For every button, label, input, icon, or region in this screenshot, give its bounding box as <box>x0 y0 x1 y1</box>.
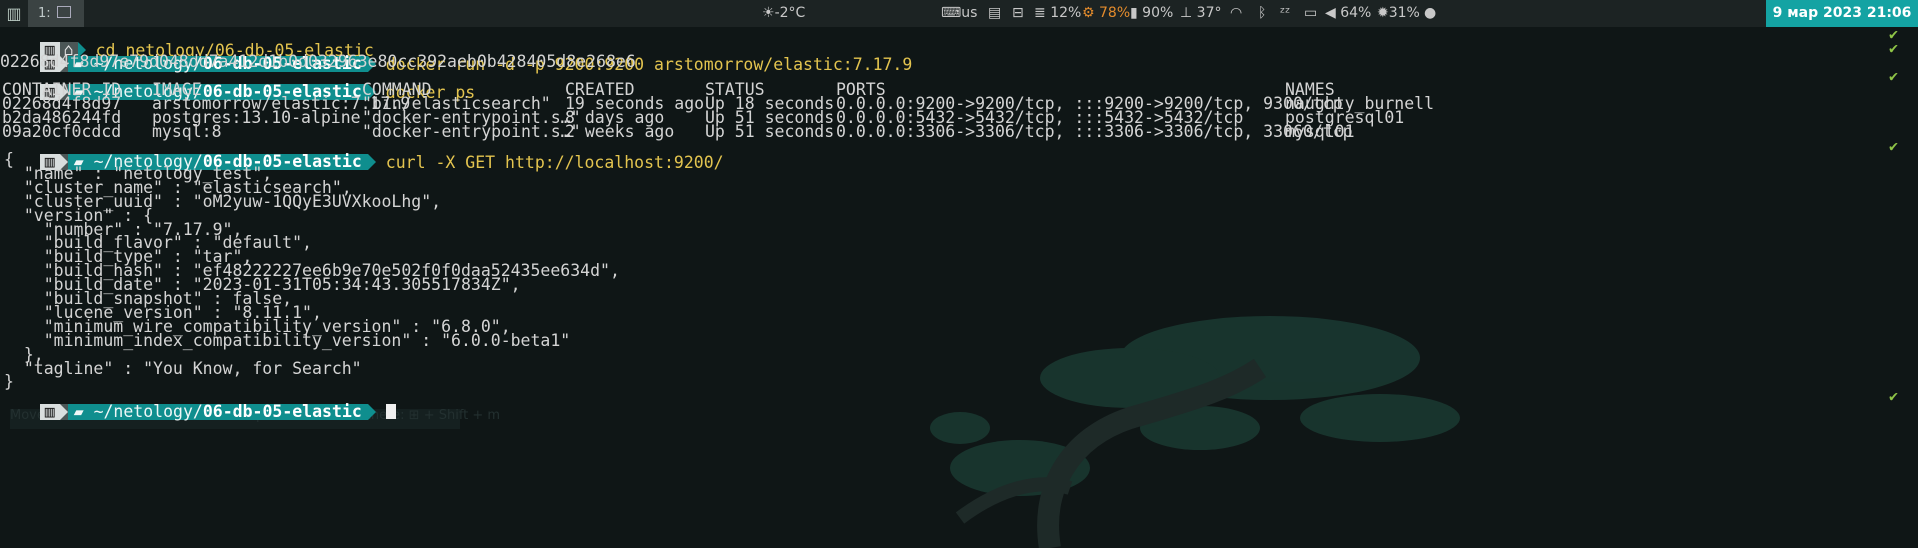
cpu-value: 78% <box>1099 5 1131 21</box>
table-row-cell: "docker-entrypoint.s…" <box>362 122 581 141</box>
json-line: "tagline" : "You Know, for Search" <box>4 358 362 378</box>
table-row-cell: 2 weeks ago <box>565 122 675 141</box>
prompt-arrow-icon <box>367 404 376 420</box>
memory-value: 12% <box>1050 5 1082 21</box>
brightness-icon: ✹ <box>1377 5 1389 21</box>
success-check-icon: ✔ <box>1888 39 1898 57</box>
manjaro-logo-icon[interactable]: ▥ <box>0 0 28 27</box>
folder-icon: ▰ <box>73 402 94 421</box>
prompt-arrow-icon <box>367 154 376 170</box>
memory-icon: ≣ <box>1034 5 1046 21</box>
cpu-widget[interactable]: ⚙ 78% <box>1082 0 1130 27</box>
json-line: "minimum_index_compatibility_version" : … <box>4 330 571 350</box>
command-args: -X GET http://localhost:9200/ <box>435 153 724 172</box>
battery-icon: ▮ <box>1130 5 1138 21</box>
terminal-icon <box>56 6 71 18</box>
volume-widget[interactable]: ◀ 64% <box>1325 0 1371 27</box>
table-row-cell: Up 51 seconds <box>705 122 835 141</box>
weather-widget[interactable]: ☀-2°C <box>762 0 805 27</box>
keyboard-icon: ⌨ <box>941 5 962 21</box>
status-bar: ▥ 1: ☀-2°C ⌨us ▤ ⊟ ≣ 12% ⚙ 78% ▮ 90% ⊥ 3… <box>0 0 1918 27</box>
cpu-icon: ⚙ <box>1082 5 1095 21</box>
wallpaper-tree-art <box>930 316 1460 548</box>
volume-value: 64% <box>1340 5 1372 21</box>
table-row-cell: 0.0.0.0:3306->3306/tcp, :::3306->3306/tc… <box>836 122 1353 141</box>
battery-value: 90% <box>1142 5 1174 21</box>
prompt-path: ▰ ~/netology/06-db-05-elastic <box>67 402 368 421</box>
json-line: } <box>4 372 14 392</box>
temperature-value: 37° <box>1196 5 1222 21</box>
prompt-arrow-icon <box>59 404 68 420</box>
wifi-icon[interactable]: ◠ <box>1230 0 1242 27</box>
table-row: 09a20cf0cdcd mysql:8 "docker-entrypoint.s…… <box>0 123 1918 140</box>
battery-widget[interactable]: ▮ 90% <box>1130 0 1173 27</box>
power-icon[interactable]: ● <box>1424 0 1436 27</box>
sun-icon: ☀ <box>762 5 775 21</box>
temperature-widget[interactable]: ⊥ 37° <box>1180 0 1221 27</box>
memory-widget[interactable]: ≣ 12% <box>1034 0 1081 27</box>
brightness-value: 31% <box>1388 5 1420 21</box>
command-name: curl <box>385 153 426 172</box>
keyboard-layout-value: us <box>961 5 978 21</box>
clock[interactable]: 9 мар 2023 21:06 <box>1766 0 1918 27</box>
table-row-cell: mysql01 <box>1285 122 1355 141</box>
path-current-dir: 06-db-05-elastic <box>202 402 362 421</box>
thermometer-icon: ⊥ <box>1180 5 1193 21</box>
path-prefix: ~/netology/ <box>93 402 203 421</box>
clipboard-icon[interactable]: ▤ <box>988 0 1001 27</box>
table-row-cell: mysql:8 <box>152 122 222 141</box>
workspace-label: 1: <box>38 6 51 21</box>
terminal-cursor[interactable] <box>385 404 396 419</box>
brightness-widget[interactable]: ✹31% <box>1377 0 1420 27</box>
weather-value: -2°C <box>774 5 806 21</box>
bed-icon[interactable]: ⊟ <box>1012 0 1024 27</box>
sleep-icon[interactable]: ᶻᶻ <box>1280 0 1290 27</box>
workspace-tab-1[interactable]: 1: <box>28 0 84 27</box>
os-icon: ▥ <box>39 403 60 420</box>
bluetooth-icon[interactable]: ᛒ <box>1258 0 1266 27</box>
keyboard-layout-widget[interactable]: ⌨us <box>941 0 977 27</box>
notifications-icon[interactable]: ▭ <box>1304 0 1317 27</box>
volume-icon: ◀ <box>1325 5 1336 21</box>
success-check-icon: ✔ <box>1888 387 1898 405</box>
prompt-line-active[interactable]: ▥ ▰ ~/netology/06-db-05-elastic <box>0 387 396 420</box>
table-row-cell: 09a20cf0cdcd <box>2 122 122 141</box>
terminal-window[interactable]: Move focused window to a new workspace a… <box>0 25 1918 548</box>
